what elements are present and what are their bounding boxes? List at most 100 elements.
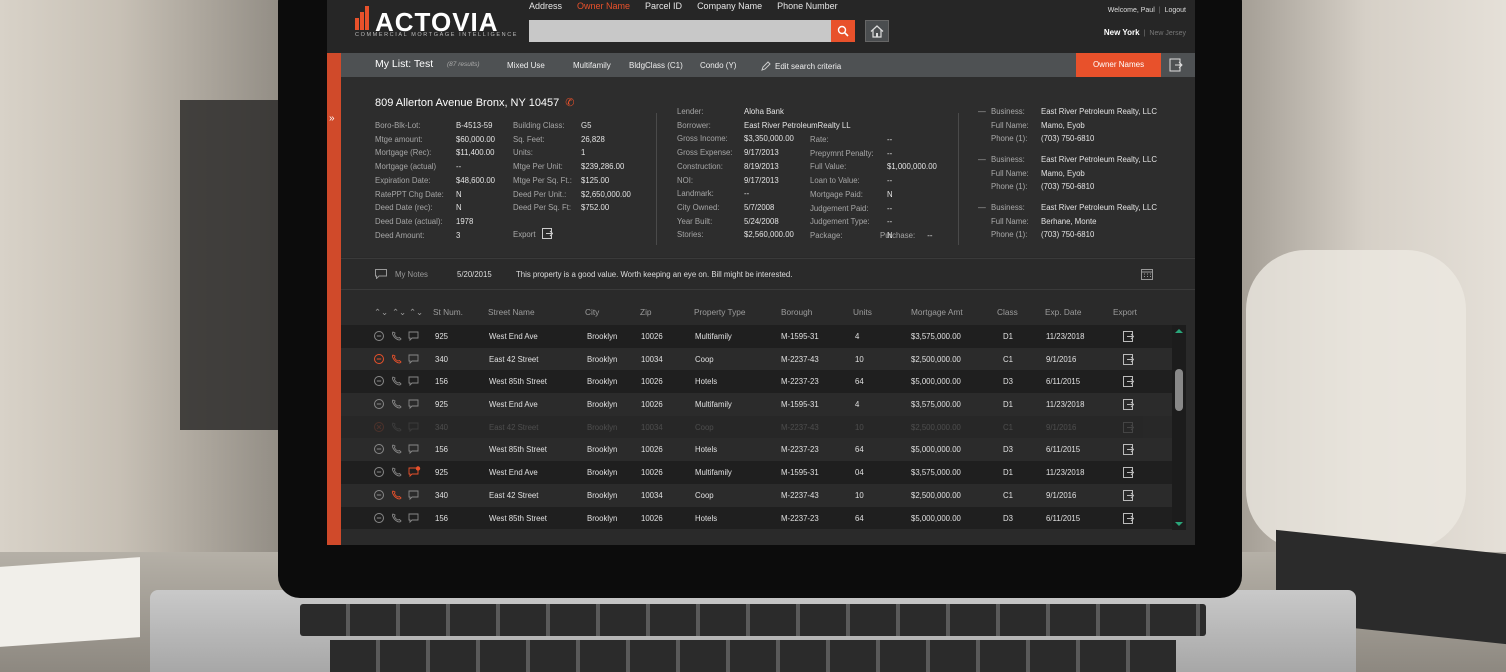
field-label: Deed Date (actual): [375, 216, 443, 226]
table-row[interactable]: 925 West End Ave Brooklyn 10026 Multifamily M… [341, 461, 1172, 484]
phone-icon [392, 422, 402, 432]
owner-field: Full Name: Berhane, Monte [978, 215, 1157, 229]
field-label: Expiration Date: [375, 175, 431, 185]
scroll-down-arrow-icon[interactable] [1175, 522, 1183, 530]
cell-zip: 10026 [641, 400, 663, 410]
brand-tagline: COMMERCIAL MORTGAGE INTELLIGENCE [355, 32, 519, 38]
table-row[interactable]: 340 East 42 Street Brooklyn 10034 Coop M-2237… [341, 347, 1172, 371]
cell-type: Multifamily [695, 468, 732, 478]
field-value: -- [744, 189, 750, 199]
column-header-exp-date[interactable]: Exp. Date [1045, 307, 1081, 317]
cell-city: Brooklyn [587, 490, 618, 500]
phone-icon[interactable]: ✆ [565, 97, 574, 109]
search-tab-owner-name[interactable]: Owner Name [577, 1, 630, 25]
cell-street: East 42 Street [489, 354, 539, 364]
owner-phone[interactable]: (703) 750-6810 [1041, 134, 1094, 143]
owner-dash: — [978, 107, 986, 116]
search-tab-phone-number[interactable]: Phone Number [777, 1, 838, 11]
cell-cls: D1 [1003, 468, 1013, 478]
scroll-up-arrow-icon[interactable] [1175, 325, 1183, 333]
field-label: Sq. Feet: [513, 134, 545, 144]
exit-icon[interactable] [1169, 58, 1183, 72]
table-row[interactable]: 156 West 85th Street Brooklyn 10026 Hotels M-… [341, 438, 1172, 462]
table-row[interactable]: 156 West 85th Street Brooklyn 10026 Hotels M-… [341, 506, 1172, 530]
sort-icon[interactable]: ⌃⌄ [392, 307, 406, 317]
home-button[interactable] [865, 20, 889, 42]
row-export-icon[interactable] [1123, 399, 1134, 411]
cell-cls: D3 [1003, 513, 1013, 523]
criteria-chip[interactable]: Condo (Y) [700, 61, 736, 70]
column-header-zip[interactable]: Zip [640, 307, 652, 317]
cell-num: 340 [435, 354, 449, 364]
field-value: -- [887, 176, 893, 186]
row-export-icon[interactable] [1123, 331, 1134, 342]
cell-cls: C1 [1003, 354, 1013, 364]
cell-street: East 42 Street [489, 422, 539, 432]
cell-borough: M-2237-43 [781, 354, 819, 364]
notes-text[interactable]: This property is a good value. Worth kee… [516, 270, 792, 279]
search-tab-address[interactable]: Address [529, 1, 562, 11]
detail-field: Deed Per Sq. Ft: $752.00 [513, 201, 631, 215]
sort-icon[interactable]: ⌃⌄ [409, 307, 423, 317]
search-tab-parcel-id[interactable]: Parcel ID [645, 1, 682, 11]
scroll-thumb[interactable] [1175, 369, 1183, 411]
column-header-street-name[interactable]: Street Name [488, 307, 535, 317]
owner-phone[interactable]: (703) 750-6810 [1041, 230, 1094, 239]
field-value: -- [456, 162, 462, 172]
criteria-chip[interactable]: Mixed Use [507, 61, 545, 70]
cell-units: 4 [855, 332, 860, 341]
owner-field: Phone (1): (703) 750-6810 [978, 132, 1157, 146]
column-header-class[interactable]: Class [997, 307, 1018, 317]
row-export-icon[interactable] [1123, 421, 1134, 433]
criteria-chip[interactable]: Multifamily [573, 61, 611, 70]
column-header-units[interactable]: Units [853, 307, 872, 317]
cell-street: West End Ave [489, 468, 538, 478]
field-value: G5 [581, 121, 592, 130]
results-table: 925 West End Ave Brooklyn 10026 Multifamily M… [341, 325, 1172, 530]
detail-field: Deed Per Unit.: $2,650,000.00 [513, 188, 631, 202]
remove-icon [374, 421, 384, 432]
criteria-chip[interactable]: BldgClass (C1) [629, 61, 683, 70]
field-label: Mtge amount: [375, 134, 423, 144]
owner-phone[interactable]: (703) 750-6810 [1041, 182, 1094, 191]
export-link[interactable]: Export [513, 228, 553, 239]
table-row[interactable]: 340 East 42 Street Brooklyn 10034 Coop M-2237… [341, 415, 1172, 439]
pencil-icon [761, 61, 771, 71]
row-export-icon[interactable] [1123, 512, 1134, 524]
row-export-icon[interactable] [1123, 467, 1134, 479]
search-input[interactable] [529, 20, 831, 42]
owner-value: East River Petroleum Realty, LLC [1041, 203, 1157, 212]
column-header-city[interactable]: City [585, 307, 599, 317]
edit-search-criteria-link[interactable]: Edit search criteria [761, 61, 841, 71]
table-row[interactable]: 340 East 42 Street Brooklyn 10034 Coop M-2237… [341, 483, 1172, 507]
sort-icon[interactable]: ⌃⌄ [374, 307, 388, 317]
phone-icon [392, 467, 402, 477]
table-row[interactable]: 156 West 85th Street Brooklyn 10026 Hotels M-… [341, 370, 1172, 394]
table-row[interactable]: 925 West End Ave Brooklyn 10026 Multifamily M… [341, 393, 1172, 416]
logout-link[interactable]: Logout [1165, 7, 1186, 14]
owner-names-button[interactable]: Owner Names [1076, 53, 1161, 77]
row-export-icon[interactable] [1123, 353, 1134, 365]
location-new-jersey[interactable]: New Jersey [1149, 30, 1186, 37]
column-header-mortgage-amt[interactable]: Mortgage Amt [911, 307, 963, 317]
cell-exp: 9/1/2016 [1046, 490, 1077, 500]
column-header-borough[interactable]: Borough [781, 307, 812, 317]
field-label: RatePPT Chg Date: [375, 189, 444, 199]
sidebar-toggle-strip[interactable]: » [327, 53, 341, 545]
double-chevron-right-icon[interactable]: » [329, 113, 335, 124]
column-header-property-type[interactable]: Property Type [694, 307, 746, 317]
location-new-york[interactable]: New York [1104, 28, 1140, 37]
cell-exp: 11/23/2018 [1046, 400, 1085, 410]
calendar-icon[interactable] [1141, 268, 1153, 280]
row-export-icon[interactable] [1123, 489, 1134, 501]
search-button[interactable] [831, 20, 855, 42]
cell-num: 340 [435, 490, 449, 500]
table-header: ⌃⌄ ⌃⌄ ⌃⌄ St Num. Street Name City Zip Pr… [341, 304, 1195, 322]
row-export-icon[interactable] [1123, 376, 1134, 388]
search-tab-company-name[interactable]: Company Name [697, 1, 762, 11]
row-export-icon[interactable] [1123, 444, 1134, 456]
table-row[interactable]: 925 West End Ave Brooklyn 10026 Multifamily M… [341, 325, 1172, 348]
column-header-st-num[interactable]: St Num. [433, 307, 463, 317]
background-papers [0, 557, 140, 647]
table-scrollbar[interactable] [1172, 325, 1186, 530]
